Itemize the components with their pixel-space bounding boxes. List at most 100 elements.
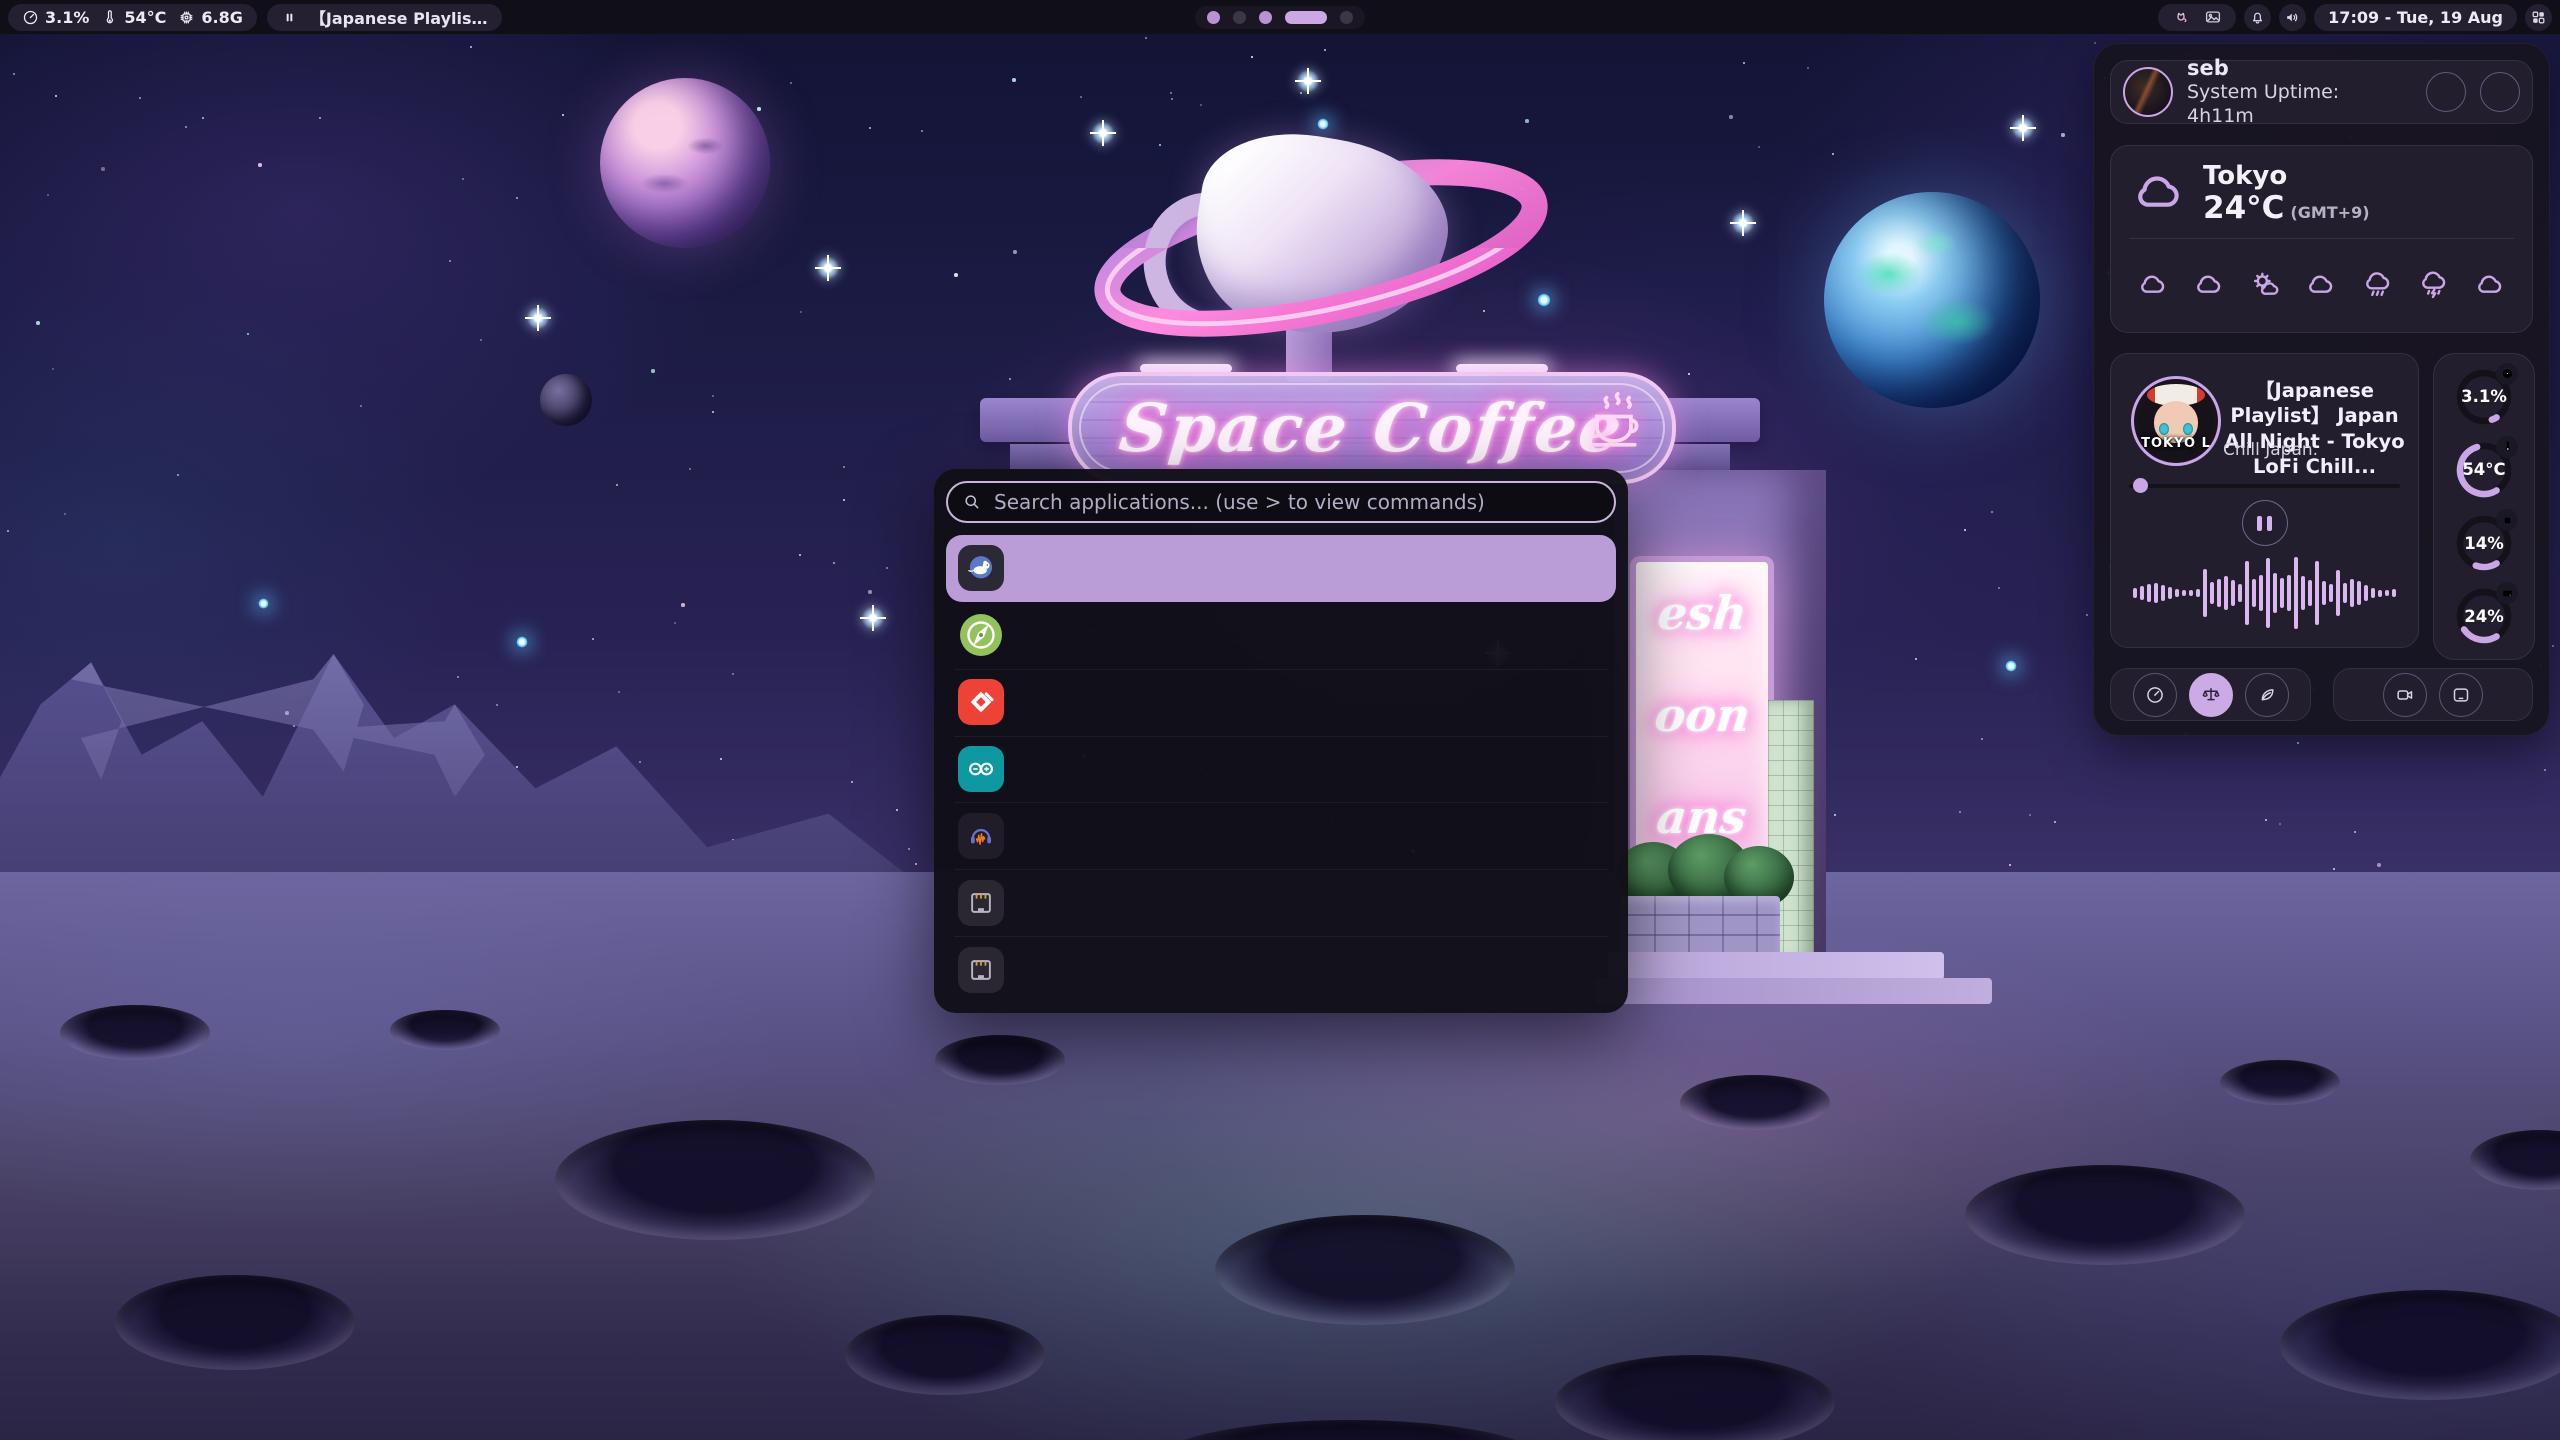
pause-icon xyxy=(281,9,298,26)
chip-icon xyxy=(178,9,195,26)
crater xyxy=(1965,1165,2245,1265)
crater xyxy=(935,1035,1065,1085)
workspace-4-active[interactable] xyxy=(1285,11,1327,24)
audacity-app-icon xyxy=(958,813,1004,859)
crater xyxy=(2220,1060,2340,1105)
forecast-day-fri xyxy=(2293,248,2349,322)
app-row-arduino-ide-v2[interactable] xyxy=(946,736,1616,803)
disk-icon xyxy=(2496,582,2518,604)
anydesk-app-icon xyxy=(958,679,1004,725)
capture-card xyxy=(2333,668,2533,721)
sign-text: Space Coffee xyxy=(1116,389,1627,467)
small-moon xyxy=(540,374,592,426)
app-row-anydesk[interactable] xyxy=(946,669,1616,736)
crater xyxy=(1215,1215,1515,1325)
xfce-app-icon xyxy=(958,545,1004,591)
pause-button[interactable] xyxy=(2242,500,2288,546)
workspace-1-occupied[interactable] xyxy=(1207,11,1220,24)
crater xyxy=(845,1315,1045,1395)
user-card: seb System Uptime: 4h11m xyxy=(2110,60,2533,124)
workspace-3-occupied[interactable] xyxy=(1259,11,1272,24)
profile-powersave-button[interactable] xyxy=(2245,673,2289,717)
seek-slider[interactable] xyxy=(2129,478,2400,493)
forecast-day-sat xyxy=(2350,248,2406,322)
avahi-app-icon xyxy=(958,947,1004,993)
gauge-chip: 14% xyxy=(2454,513,2514,573)
profile-balanced-button[interactable] xyxy=(2189,673,2233,717)
settings-button[interactable] xyxy=(2426,72,2466,112)
app-row-avahi-ssh-server-browser[interactable] xyxy=(946,869,1616,936)
screen-record-button[interactable] xyxy=(2383,673,2427,717)
shop-platform xyxy=(1596,978,1992,1004)
forecast-row xyxy=(2125,248,2518,322)
speedometer-icon xyxy=(2496,363,2518,385)
search-icon xyxy=(962,492,982,512)
workspace-5-empty[interactable] xyxy=(1340,11,1353,24)
crater xyxy=(115,1275,355,1370)
planter-box xyxy=(1620,896,1780,956)
forecast-day-thu xyxy=(2237,248,2293,322)
screenshot-icon xyxy=(2451,685,2471,705)
shop-window-neon: esh oon ans xyxy=(1630,556,1774,874)
videocam-icon xyxy=(2395,685,2415,705)
power-button[interactable] xyxy=(2480,72,2520,112)
power-profiles-card xyxy=(2110,668,2311,721)
app-row-about-xfce[interactable] xyxy=(946,535,1616,602)
gauge-disk: 24% xyxy=(2454,586,2514,646)
saturn-coffee-cup xyxy=(1086,130,1556,380)
overview-button[interactable] xyxy=(2525,4,2552,31)
stat-thermometer: 54°C xyxy=(101,8,166,27)
thermometer-icon xyxy=(2496,436,2518,458)
desktop: esh oon ans xyxy=(0,0,2560,1440)
cloud-icon xyxy=(2137,269,2169,301)
chip-icon xyxy=(2496,509,2518,531)
profile-performance-button[interactable] xyxy=(2133,673,2177,717)
seek-knob[interactable] xyxy=(2133,478,2148,493)
crater xyxy=(555,1120,875,1240)
app-row-audacity[interactable] xyxy=(946,802,1616,869)
cloud-icon xyxy=(2474,269,2506,301)
picture-icon[interactable] xyxy=(2204,8,2222,26)
seek-track xyxy=(2129,484,2400,488)
avatar[interactable] xyxy=(2123,67,2173,117)
crater xyxy=(60,1005,210,1060)
notifications-button[interactable] xyxy=(2244,4,2271,31)
stat-chip: 6.8G xyxy=(178,8,242,27)
system-tray-pill[interactable] xyxy=(2158,4,2236,31)
divider xyxy=(2129,238,2514,239)
cat-icon[interactable] xyxy=(2172,8,2190,26)
widget-panel: seb System Uptime: 4h11m Tokyo 24°C (GMT… xyxy=(2093,43,2550,736)
suncloud-icon xyxy=(2249,269,2281,301)
storm-icon xyxy=(2418,269,2450,301)
rain-icon xyxy=(2362,269,2394,301)
app-row-android-studio[interactable] xyxy=(946,602,1616,669)
space-coffee-sign: Space Coffee xyxy=(1068,372,1676,484)
volume-button[interactable] xyxy=(2279,4,2306,31)
workspace-2-empty[interactable] xyxy=(1233,11,1246,24)
track-title-line1: 【Japanese Playlist】 Japan xyxy=(2223,378,2406,429)
clock[interactable]: 17:09 - Tue, 19 Aug xyxy=(2314,4,2517,31)
thermometer-icon xyxy=(101,9,118,26)
forecast-day-tue xyxy=(2125,248,2181,322)
system-uptime: System Uptime: 4h11m xyxy=(2187,81,2412,129)
crater xyxy=(2280,1290,2560,1400)
app-row-avahi-vnc-server-browser[interactable] xyxy=(946,936,1616,1003)
forecast-day-sun xyxy=(2406,248,2462,322)
cloud-icon xyxy=(2193,269,2225,301)
purple-planet xyxy=(600,78,770,248)
speedometer-icon xyxy=(2145,685,2165,705)
speedometer-icon xyxy=(22,9,39,26)
androidstudio-app-icon xyxy=(958,612,1004,658)
album-art[interactable]: TOKYO L xyxy=(2131,376,2221,466)
app-launcher xyxy=(934,469,1628,1013)
media-player-card: TOKYO L 【Japanese Playlist】 Japan All Ni… xyxy=(2110,353,2419,648)
screenshot-button[interactable] xyxy=(2439,673,2483,717)
audio-visualizer xyxy=(2127,550,2402,636)
media-pill[interactable]: 【Japanese Playlist】 J... xyxy=(267,4,502,31)
workspace-switcher xyxy=(1195,0,1365,34)
forecast-day-wed xyxy=(2181,248,2237,322)
neon-line: esh xyxy=(1655,586,1749,640)
topbar-left-group: 3.1%54°C6.8G 【Japanese Playlist】 J... xyxy=(8,4,502,31)
system-stats-pill[interactable]: 3.1%54°C6.8G xyxy=(8,4,257,31)
search-input[interactable] xyxy=(946,481,1616,523)
